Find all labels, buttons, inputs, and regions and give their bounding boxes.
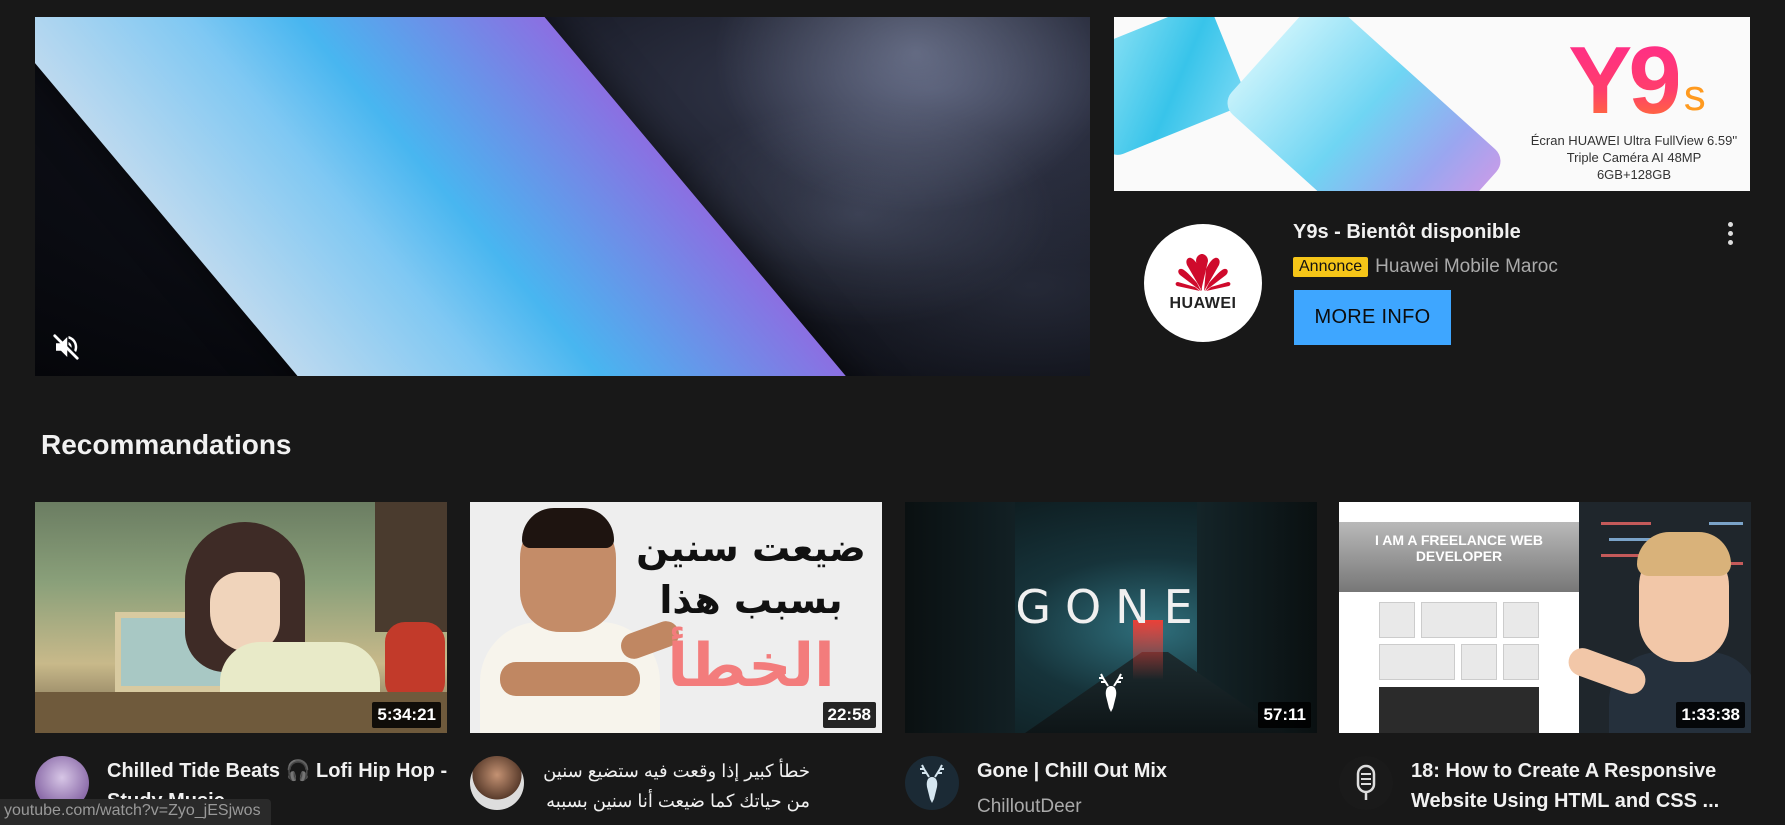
video-duration: 1:33:38 (1676, 702, 1745, 728)
video-title[interactable]: 18: How to Create A Responsive Website U… (1411, 756, 1756, 816)
thumb-person-hair (1637, 532, 1731, 576)
thumb-text-line: الخطأ (667, 631, 835, 701)
video-duration: 5:34:21 (372, 702, 441, 728)
channel-name[interactable]: ChilloutDeer (977, 796, 1082, 818)
more-options-icon[interactable] (1718, 218, 1742, 248)
thumb-code-line (1601, 522, 1651, 525)
thumbnail-text: I AM A FREELANCE WEB DEVELOPER (1375, 532, 1543, 564)
thumb-code-line (1601, 554, 1641, 557)
video-duration: 57:11 (1258, 702, 1311, 728)
thumb-person-arms (500, 662, 640, 696)
channel-avatar[interactable] (1339, 756, 1393, 810)
channel-avatar[interactable] (905, 756, 959, 810)
thumb-grid-box (1503, 644, 1539, 680)
section-title: Recommandations (41, 429, 292, 460)
video-thumbnail[interactable]: I AM A FREELANCE WEB DEVELOPER 1:33:38 (1339, 502, 1751, 733)
microphone-icon (1356, 764, 1376, 800)
thumb-grid-box (1379, 602, 1415, 638)
video-thumbnail[interactable]: GONE 57:11 (905, 502, 1317, 733)
thumb-chair (385, 622, 445, 702)
banner-phone-image (1220, 17, 1508, 191)
spec-line: Triple Caméra AI 48MP (1566, 150, 1702, 165)
advertiser-logo[interactable]: HUAWEI (1144, 224, 1262, 342)
video-title[interactable]: خطأ كبير إذا وقعت فيه ستضيع سنين من حيات… (542, 756, 810, 816)
thumb-grid-box (1461, 644, 1497, 680)
video-card[interactable]: 5:34:21 Chilled Tide Beats 🎧 Lofi Hip Ho… (35, 502, 447, 812)
thumbnail-text: GONE (1015, 580, 1207, 634)
video-title[interactable]: Gone | Chill Out Mix (977, 756, 1322, 786)
banner-specs: Écran HUAWEI Ultra FullView 6.59'' Tripl… (1494, 132, 1750, 183)
advertiser-name[interactable]: Huawei Mobile Maroc (1375, 256, 1558, 278)
ad-video-player[interactable] (35, 17, 1090, 376)
video-card[interactable]: ضيعت سنين بسبب هذا الخطأ 22:58 خطأ كبير … (470, 502, 882, 811)
deer-icon (920, 764, 944, 803)
ad-meta: Annonce Huawei Mobile Maroc (1293, 256, 1558, 278)
video-card[interactable]: I AM A FREELANCE WEB DEVELOPER 1:33:38 1… (1339, 502, 1751, 812)
banner-phone-image (1114, 17, 1250, 160)
thumb-character-face (210, 572, 280, 652)
thumbnail-text: ضيعت سنين بسبب هذا الخطأ (636, 522, 866, 706)
video-thumbnail[interactable]: ضيعت سنين بسبب هذا الخطأ 22:58 (470, 502, 882, 733)
banner-brand-logo: Y9 s (1542, 29, 1732, 129)
brand-s-text: s (1683, 71, 1706, 120)
thumb-code-line (1709, 522, 1743, 525)
thumb-shelf (375, 502, 447, 632)
status-bar-url: youtube.com/watch?v=Zyo_jESjwos (0, 799, 271, 825)
thumb-grid-box (1503, 602, 1539, 638)
mute-icon[interactable] (50, 331, 82, 363)
thumb-text-line: ضيعت سنين (636, 526, 866, 570)
channel-avatar[interactable] (470, 756, 524, 810)
ad-badge: Annonce (1293, 257, 1369, 277)
logo-text: HUAWEI (1169, 295, 1237, 312)
ad-banner[interactable]: Y9 s Écran HUAWEI Ultra FullView 6.59'' T… (1114, 17, 1750, 191)
spec-line: 6GB+128GB (1596, 167, 1672, 182)
thumb-website-footer (1379, 687, 1539, 733)
more-info-button[interactable]: MORE INFO (1294, 290, 1451, 345)
video-card[interactable]: GONE 57:11 Gone | Chill Out Mix Chillout… (905, 502, 1317, 817)
video-duration: 22:58 (822, 702, 876, 728)
video-thumbnail[interactable]: 5:34:21 (35, 502, 447, 733)
thumb-grid-box (1421, 602, 1497, 638)
thumb-person-hair (522, 508, 614, 548)
spec-line: Écran HUAWEI Ultra FullView 6.59'' (1530, 133, 1738, 148)
deer-icon (1099, 673, 1123, 712)
thumb-grid-box (1379, 644, 1455, 680)
thumb-text-line: بسبب هذا (659, 578, 843, 622)
huawei-logo-icon (1175, 254, 1231, 291)
ad-title[interactable]: Y9s - Bientôt disponible (1293, 221, 1521, 244)
brand-y9-text: Y9 (1568, 27, 1681, 134)
